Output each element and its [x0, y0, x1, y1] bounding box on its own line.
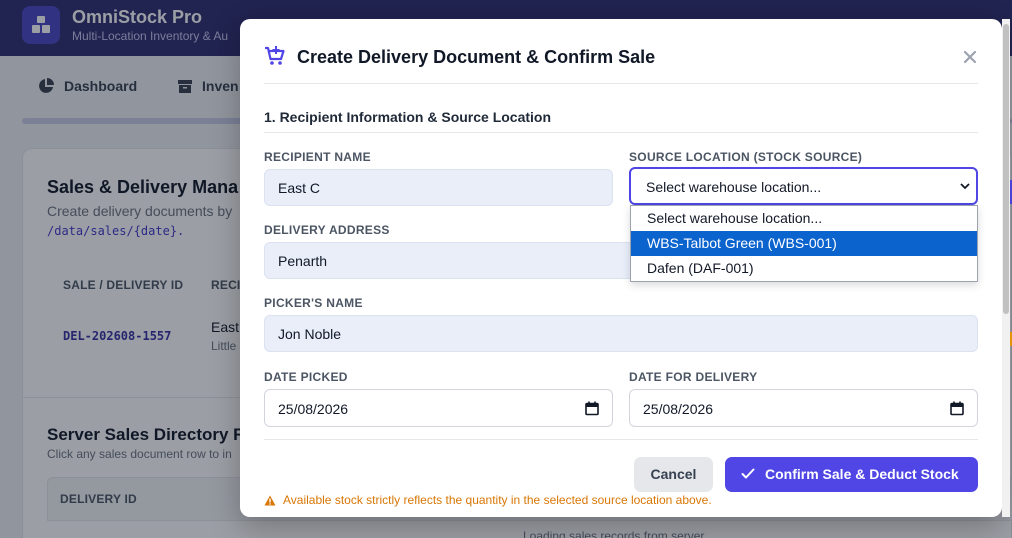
stock-warning-text: Available stock strictly reflects the qu…: [283, 493, 712, 507]
picker-name-input[interactable]: Jon Noble: [264, 315, 978, 352]
cancel-button[interactable]: Cancel: [634, 457, 713, 492]
picker-name-label: PICKER'S NAME: [264, 296, 363, 310]
stock-warning: Available stock strictly reflects the qu…: [264, 493, 712, 507]
delivery-address-value: Penarth: [278, 253, 328, 269]
confirm-sale-label: Confirm Sale & Deduct Stock: [765, 466, 959, 482]
delivery-modal: Create Delivery Document & Confirm Sale …: [240, 19, 1002, 517]
date-delivery-input[interactable]: 25/08/2026: [629, 389, 978, 427]
dropdown-option[interactable]: Dafen (DAF-001): [631, 256, 977, 281]
calendar-icon[interactable]: [950, 401, 964, 416]
scrollbar-thumb[interactable]: [1003, 24, 1009, 314]
confirm-sale-button[interactable]: Confirm Sale & Deduct Stock: [725, 457, 978, 492]
source-location-value: Select warehouse location...: [646, 179, 822, 195]
dropdown-option[interactable]: Select warehouse location...: [631, 206, 977, 231]
warning-icon: [264, 495, 276, 505]
footer-divider: [264, 439, 978, 440]
date-picked-value: 25/08/2026: [278, 401, 349, 417]
source-location-select[interactable]: Select warehouse location...: [629, 167, 978, 205]
header-divider: [264, 83, 978, 84]
delivery-address-label: DELIVERY ADDRESS: [264, 223, 390, 237]
source-location-label: SOURCE LOCATION (STOCK SOURCE): [629, 150, 863, 164]
section-divider: [264, 132, 978, 133]
close-icon[interactable]: [962, 49, 978, 65]
date-picked-label: DATE PICKED: [264, 370, 348, 384]
cart-plus-icon: [265, 46, 285, 65]
modal-title: Create Delivery Document & Confirm Sale: [297, 47, 656, 67]
picker-name-value: Jon Noble: [278, 326, 342, 342]
section-title: 1. Recipient Information & Source Locati…: [264, 109, 552, 125]
date-delivery-label: DATE FOR DELIVERY: [629, 370, 758, 384]
date-delivery-value: 25/08/2026: [643, 401, 714, 417]
recipient-name-label: RECIPIENT NAME: [264, 150, 371, 164]
dropdown-option-highlighted[interactable]: WBS-Talbot Green (WBS-001): [631, 231, 977, 256]
calendar-icon[interactable]: [585, 401, 599, 416]
recipient-name-input[interactable]: East C: [264, 169, 613, 206]
chevron-down-icon: [960, 183, 970, 190]
check-icon: [741, 468, 755, 479]
date-picked-input[interactable]: 25/08/2026: [264, 389, 613, 427]
recipient-name-value: East C: [278, 180, 321, 196]
source-location-dropdown: Select warehouse location... WBS-Talbot …: [630, 205, 978, 282]
